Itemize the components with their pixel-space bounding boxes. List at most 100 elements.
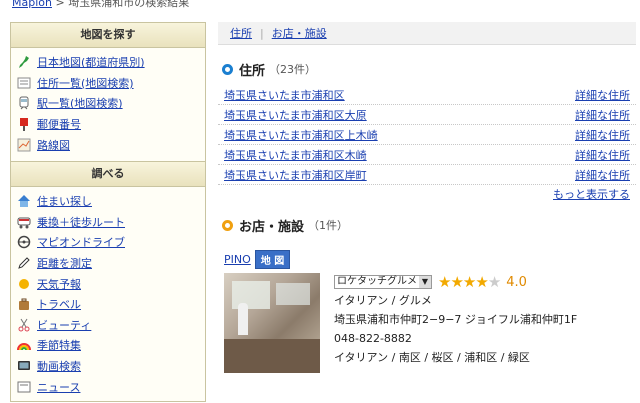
shop-photo[interactable]	[224, 273, 320, 373]
address-link[interactable]: 埼玉県さいたま市浦和区上木崎	[224, 127, 378, 143]
rating-stars: ★★★★★	[438, 273, 501, 291]
list-item: 埼玉県さいたま市浦和区上木崎 詳細な住所	[218, 125, 636, 145]
sidebar-item-address-list[interactable]: 住所一覧(地図検索)	[11, 73, 205, 94]
sidebar-item-weather[interactable]: 天気予報	[11, 273, 205, 294]
suitcase-icon	[17, 297, 31, 311]
left-sidebar: 地図を探す 日本地図(都道府県別) 住所一覧(地図検索) 駅一覧(地図検索) 郵…	[10, 22, 206, 402]
sidebar-list-find-map: 日本地図(都道府県別) 住所一覧(地図検索) 駅一覧(地図検索) 郵便番号 路線…	[11, 48, 205, 161]
show-more-link[interactable]: もっと表示する	[553, 188, 630, 201]
sidebar-link-seasonal[interactable]: 季節特集	[37, 337, 81, 353]
shop-address: 埼玉県浦和市仲町2−9−7 ジョイフル浦和仲町1F	[334, 313, 578, 326]
sidebar-link-beauty[interactable]: ビューティ	[37, 317, 91, 333]
train-icon	[17, 96, 31, 110]
star-icon: ★	[462, 273, 476, 291]
sidebar-link-transfer-route[interactable]: 乗換＋徒歩ルート	[37, 214, 125, 230]
sidebar-item-drive[interactable]: マピオンドライブ	[11, 232, 205, 253]
news-icon	[17, 380, 31, 394]
detail-address-link[interactable]: 詳細な住所	[575, 87, 630, 103]
shop-section-header: お店・施設 （1件）	[222, 217, 636, 235]
sidebar-link-route-map[interactable]: 路線図	[37, 137, 70, 153]
japan-map-icon	[17, 55, 31, 69]
star-icon: ★	[438, 273, 451, 291]
shop-name-link[interactable]: PINO	[224, 253, 251, 266]
sidebar-link-weather[interactable]: 天気予報	[37, 276, 81, 292]
sidebar-item-news[interactable]: ニュース	[11, 376, 205, 397]
source-dropdown-label: ロケタッチグルメ	[337, 276, 417, 287]
list-item: 埼玉県さいたま市浦和区大原 詳細な住所	[218, 105, 636, 125]
breadcrumb-separator: >	[51, 0, 69, 9]
show-more-row: もっと表示する	[218, 185, 636, 205]
sidebar-item-distance[interactable]: 距離を測定	[11, 253, 205, 274]
sidebar-item-housing[interactable]: 住まい探し	[11, 191, 205, 212]
list-item: 埼玉県さいたま市浦和区 詳細な住所	[218, 85, 636, 105]
result-tabs: 住所 | お店・施設	[218, 22, 636, 45]
sidebar-link-distance[interactable]: 距離を測定	[37, 255, 92, 271]
shop-section-count: （1件）	[308, 219, 349, 232]
sidebar-item-japan-map[interactable]: 日本地図(都道府県別)	[11, 52, 205, 73]
shop-genre: イタリアン / グルメ	[334, 294, 432, 307]
postbox-icon	[17, 117, 31, 132]
address-section-count: （23件）	[269, 63, 317, 76]
chevron-down-icon: ▼	[419, 276, 431, 288]
sidebar-section-lookup: 調べる	[11, 160, 205, 187]
sidebar-link-address-list[interactable]: 住所一覧(地図検索)	[37, 75, 134, 91]
sidebar-item-beauty[interactable]: ビューティ	[11, 315, 205, 336]
list-item: 埼玉県さいたま市浦和区岸町 詳細な住所	[218, 165, 636, 185]
sidebar-link-travel[interactable]: トラベル	[37, 296, 81, 312]
address-link[interactable]: 埼玉県さいたま市浦和区岸町	[224, 167, 367, 183]
address-list: 埼玉県さいたま市浦和区 詳細な住所 埼玉県さいたま市浦和区大原 詳細な住所 埼玉…	[218, 85, 636, 205]
address-link[interactable]: 埼玉県さいたま市浦和区	[224, 87, 345, 103]
shop-section-title: お店・施設	[239, 219, 305, 235]
breadcrumb-current: 埼玉県浦和市の検索結果	[68, 0, 190, 9]
shop-tags: イタリアン / 南区 / 桜区 / 浦和区 / 緑区	[334, 351, 530, 364]
shop-card: ロケタッチグルメ ▼ ★★★★★ 4.0 イタリアン / グルメ 埼玉県浦和市仲町…	[224, 273, 636, 373]
detail-address-link[interactable]: 詳細な住所	[575, 147, 630, 163]
sidebar-item-seasonal[interactable]: 季節特集	[11, 335, 205, 356]
train-icon	[17, 215, 31, 229]
detail-address-link[interactable]: 詳細な住所	[575, 127, 630, 143]
shop-rating-row: ロケタッチグルメ ▼ ★★★★★ 4.0	[334, 273, 577, 291]
address-section-title: 住所	[239, 63, 266, 79]
list-item: 埼玉県さいたま市浦和区木崎 詳細な住所	[218, 145, 636, 165]
sun-icon	[17, 277, 31, 291]
detail-address-link[interactable]: 詳細な住所	[575, 107, 630, 123]
main-content: 住所 | お店・施設 住所 （23件） 埼玉県さいたま市浦和区 詳細な住所 埼玉…	[218, 22, 636, 373]
scissors-icon	[17, 318, 31, 332]
sidebar-link-drive[interactable]: マピオンドライブ	[37, 234, 125, 250]
sidebar-item-station-list[interactable]: 駅一覧(地図検索)	[11, 93, 205, 114]
source-dropdown[interactable]: ロケタッチグルメ ▼	[334, 275, 432, 289]
sidebar-link-news[interactable]: ニュース	[37, 379, 80, 395]
sidebar-link-video[interactable]: 動画検索	[37, 358, 81, 374]
tab-address[interactable]: 住所	[230, 25, 252, 41]
sidebar-item-travel[interactable]: トラベル	[11, 294, 205, 315]
star-icon: ★	[487, 273, 501, 291]
sidebar-item-transfer-route[interactable]: 乗換＋徒歩ルート	[11, 212, 205, 233]
detail-address-link[interactable]: 詳細な住所	[575, 167, 630, 183]
sidebar-section-find-map: 地図を探す	[11, 23, 205, 48]
sidebar-link-japan-map[interactable]: 日本地図(都道府県別)	[37, 54, 145, 70]
address-link[interactable]: 埼玉県さいたま市浦和区木崎	[224, 147, 367, 163]
sidebar-link-postal-code[interactable]: 郵便番号	[37, 116, 81, 132]
tv-icon	[17, 359, 31, 373]
list-icon	[17, 76, 31, 90]
breadcrumb: Mapion > 埼玉県浦和市の検索結果	[12, 0, 189, 10]
sidebar-link-station-list[interactable]: 駅一覧(地図検索)	[37, 95, 123, 111]
steering-wheel-icon	[17, 235, 31, 249]
sidebar-item-route-map[interactable]: 路線図	[11, 134, 205, 155]
address-section-header: 住所 （23件）	[222, 61, 636, 79]
rating-value: 4.0	[506, 274, 527, 290]
circle-bullet-icon	[222, 219, 233, 231]
shop-phone: 048-822-8882	[334, 332, 412, 345]
map-button[interactable]: 地 図	[254, 249, 291, 269]
tab-shops[interactable]: お店・施設	[272, 25, 327, 41]
breadcrumb-root-link[interactable]: Mapion	[12, 0, 52, 9]
sidebar-item-postal-code[interactable]: 郵便番号	[11, 114, 205, 135]
star-icon: ★	[450, 273, 463, 291]
house-icon	[17, 194, 31, 208]
address-link[interactable]: 埼玉県さいたま市浦和区大原	[224, 107, 367, 123]
shop-details: ロケタッチグルメ ▼ ★★★★★ 4.0 イタリアン / グルメ 埼玉県浦和市仲町…	[334, 273, 577, 373]
rainbow-icon	[17, 338, 31, 352]
shop-name-row: PINO 地 図	[224, 249, 636, 269]
sidebar-item-video[interactable]: 動画検索	[11, 356, 205, 377]
sidebar-link-housing[interactable]: 住まい探し	[37, 193, 92, 209]
